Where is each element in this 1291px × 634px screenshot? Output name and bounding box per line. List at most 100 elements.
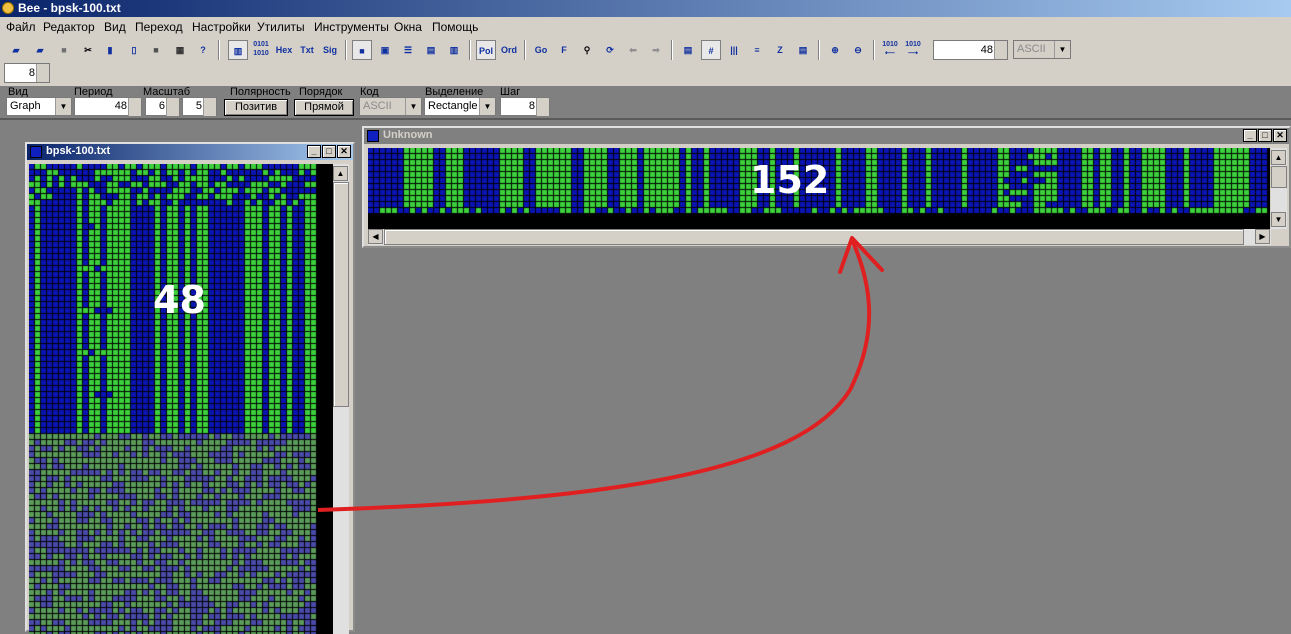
panel-icon[interactable]: ▤ <box>793 40 813 60</box>
replace-icon[interactable]: ⟳ <box>600 40 620 60</box>
selection-value: Rectangle <box>428 100 478 112</box>
bpsk-bit-grid[interactable] <box>29 164 319 634</box>
order-button[interactable]: Прямой <box>294 99 354 116</box>
grid-view-icon[interactable]: # <box>701 40 721 60</box>
layout-c-icon[interactable]: ☰ <box>398 40 418 60</box>
columns-icon[interactable]: ||| <box>724 40 744 60</box>
menu-tools[interactable]: Инструменты <box>314 20 389 34</box>
bits-mode-icon[interactable]: 0101 1010 <box>251 40 271 60</box>
menu-navigate[interactable]: Переход <box>135 20 183 34</box>
scrollbar-thumb[interactable] <box>333 182 349 407</box>
menu-utilities[interactable]: Утилиты <box>257 20 305 34</box>
toolbar-separator <box>524 40 526 60</box>
toolbar-code-value: ASCII <box>1017 43 1046 55</box>
unknown-horizontal-scrollbar[interactable]: ◀ ▶ <box>368 229 1271 245</box>
layout-e-icon[interactable]: ▥ <box>444 40 464 60</box>
table-view-icon[interactable]: ▤ <box>678 40 698 60</box>
scrollbar-thumb[interactable] <box>384 229 1244 245</box>
toolbar-separator <box>873 40 875 60</box>
forward-arrow-icon[interactable]: ➡ <box>646 40 666 60</box>
scroll-right-icon[interactable]: ▶ <box>1255 229 1270 244</box>
menu-editor[interactable]: Редактор <box>43 20 95 34</box>
cut-icon[interactable]: ✂ <box>78 40 98 60</box>
toolbar-row-stepper[interactable]: 8 <box>4 63 50 83</box>
toolbar-separator <box>671 40 673 60</box>
hex-mode-button[interactable]: Hex <box>274 40 294 60</box>
zoom-out-icon[interactable]: ⊖ <box>848 40 868 60</box>
copy-icon[interactable]: ▮ <box>100 40 120 60</box>
layout-a-icon[interactable]: ■ <box>352 40 372 60</box>
code-select[interactable]: ASCII ▼ <box>359 97 422 116</box>
selection-select[interactable]: Rectangle ▼ <box>424 97 496 116</box>
minimize-icon[interactable]: _ <box>307 145 321 158</box>
paste-icon[interactable]: ■ <box>146 40 166 60</box>
menu-bar: Файл Редактор Вид Переход Настройки Утил… <box>0 17 1291 37</box>
close-icon[interactable]: ✕ <box>1273 129 1287 142</box>
ord-button[interactable]: Ord <box>499 40 519 60</box>
unknown-window[interactable]: Unknown _ □ ✕ ▲ ▼ ◀ ▶ 152 <box>362 126 1291 248</box>
scroll-up-icon[interactable]: ▲ <box>333 166 348 181</box>
menu-windows[interactable]: Окна <box>394 20 422 34</box>
shift-left-icon[interactable]: 1010 ⟵ <box>880 40 900 60</box>
italic-icon[interactable]: Z <box>770 40 790 60</box>
bpsk-vertical-scrollbar[interactable]: ▲ <box>333 164 349 634</box>
bpsk-window[interactable]: bpsk-100.txt _ □ ✕ ▲ 48 <box>25 142 355 634</box>
back-arrow-icon[interactable]: ⬅ <box>623 40 643 60</box>
menu-help[interactable]: Помощь <box>432 20 478 34</box>
scale-x-stepper[interactable]: 6 <box>145 97 180 116</box>
save-icon[interactable]: ■ <box>54 40 74 60</box>
unknown-window-title: Unknown <box>383 129 433 141</box>
polarity-button[interactable]: Позитив <box>224 99 288 116</box>
menu-view[interactable]: Вид <box>104 20 126 34</box>
zoom-in-icon[interactable]: ⊕ <box>825 40 845 60</box>
binary-grid-mode-icon[interactable]: ▥ <box>228 40 248 60</box>
toolbar: ▰ ▰ ■ ✂ ▮ ▯ ■ ▦ ? ▥ 0101 1010 Hex Txt Sig… <box>0 37 1291 86</box>
sig-mode-button[interactable]: Sig <box>320 40 340 60</box>
layout-b-icon[interactable]: ▣ <box>375 40 395 60</box>
txt-mode-button[interactable]: Txt <box>297 40 317 60</box>
toolbar-code-select[interactable]: ASCII ▼ <box>1013 40 1071 59</box>
close-icon[interactable]: ✕ <box>337 145 351 158</box>
chevron-down-icon: ▼ <box>479 98 495 115</box>
period-annotation: 48 <box>153 278 206 322</box>
app-title: Bee - bpsk-100.txt <box>18 1 121 15</box>
code-value: ASCII <box>363 100 392 112</box>
align-left-icon[interactable]: ≡ <box>747 40 767 60</box>
layout-d-icon[interactable]: ▤ <box>421 40 441 60</box>
help-icon[interactable]: ? <box>193 40 213 60</box>
menu-file[interactable]: Файл <box>6 20 36 34</box>
order-label: Порядок <box>299 86 343 98</box>
scroll-down-icon[interactable]: ▼ <box>1271 212 1286 227</box>
bpsk-window-title-bar[interactable]: bpsk-100.txt _ □ ✕ <box>27 144 353 160</box>
bpsk-bit-canvas[interactable] <box>29 164 319 634</box>
shift-right-icon[interactable]: 1010 ⟶ <box>903 40 923 60</box>
go-button[interactable]: Go <box>531 40 551 60</box>
menu-settings[interactable]: Настройки <box>192 20 251 34</box>
unknown-window-title-bar[interactable]: Unknown _ □ ✕ <box>364 128 1289 144</box>
scroll-left-icon[interactable]: ◀ <box>368 229 383 244</box>
binoculars-icon[interactable]: ⚲ <box>577 40 597 60</box>
toolbar-separator <box>469 40 471 60</box>
toolbar-period-stepper[interactable]: 48 <box>933 40 1008 60</box>
calculator-icon[interactable]: ▦ <box>170 40 190 60</box>
view-select[interactable]: Graph ▼ <box>6 97 72 116</box>
scroll-up-icon[interactable]: ▲ <box>1271 150 1286 165</box>
bpsk-window-title: bpsk-100.txt <box>46 145 111 157</box>
app-title-bar: Bee - bpsk-100.txt <box>0 0 1291 17</box>
pol-button[interactable]: Pol <box>476 40 496 60</box>
unknown-vertical-scrollbar[interactable]: ▲ ▼ <box>1271 148 1287 229</box>
period-stepper[interactable]: 48 <box>74 97 142 116</box>
find-button[interactable]: F <box>554 40 574 60</box>
maximize-icon[interactable]: □ <box>1258 129 1272 142</box>
scrollbar-thumb[interactable] <box>1271 166 1287 188</box>
step-stepper[interactable]: 8 <box>500 97 550 116</box>
chevron-down-icon: ▼ <box>405 98 421 115</box>
open-file-icon[interactable]: ▰ <box>30 40 50 60</box>
bpsk-grid-edge <box>319 164 333 634</box>
minimize-icon[interactable]: _ <box>1243 129 1257 142</box>
new-document-icon[interactable]: ▯ <box>124 40 144 60</box>
maximize-icon[interactable]: □ <box>322 145 336 158</box>
scale-y-stepper[interactable]: 5 <box>182 97 217 116</box>
period-annotation: 152 <box>750 158 830 202</box>
open-folder-icon[interactable]: ▰ <box>6 40 26 60</box>
